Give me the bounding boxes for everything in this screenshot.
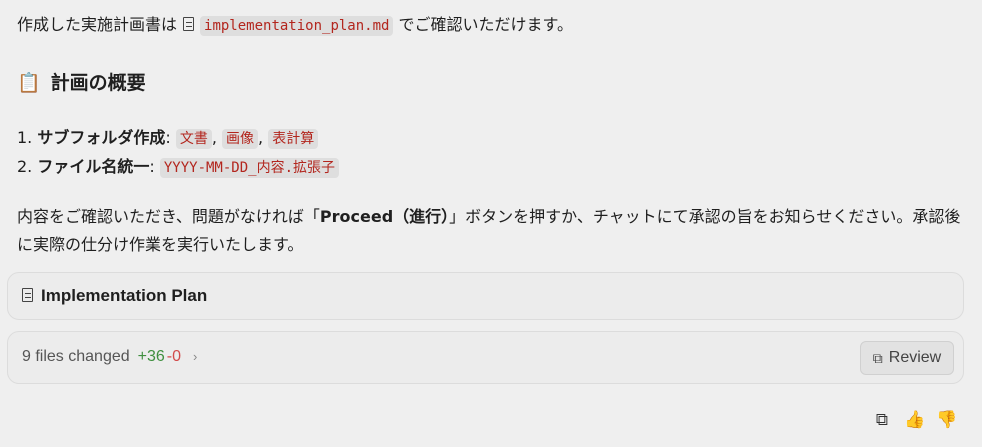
intro-suffix: でご確認いただけます。	[398, 15, 573, 34]
message-actions: ⧉ 👍 👎	[872, 410, 957, 430]
list-colon: :	[165, 128, 171, 147]
code-chip: 文書	[175, 129, 212, 149]
lines-added: +36	[137, 348, 165, 365]
heading-text: 計画の概要	[50, 72, 146, 94]
chevron-right-icon[interactable]: ›	[193, 349, 197, 364]
plan-card-title: Implementation Plan	[41, 286, 208, 305]
copy-icon[interactable]: ⧉	[872, 410, 892, 430]
list-item: 1. サブフォルダ作成: 文書, 画像, 表計算	[17, 126, 319, 151]
review-button[interactable]: ⧉ Review	[860, 341, 954, 375]
thumbs-down-icon[interactable]: 👎	[936, 410, 957, 430]
list-colon: :	[149, 157, 155, 176]
review-icon: ⧉	[872, 349, 883, 366]
list-item: 2. ファイル名統一: YYYY-MM-DD_内容.拡張子	[17, 155, 340, 180]
intro-line: 作成した実施計画書は implementation_plan.md でご確認いただ…	[17, 13, 573, 38]
paragraph-text: 内容をご確認いただき、問題がなければ「	[17, 207, 320, 226]
code-chip: 画像	[222, 129, 259, 149]
clipboard-icon: 📋	[17, 72, 41, 94]
paragraph-bold: Proceed（進行）	[319, 207, 450, 226]
file-link[interactable]: implementation_plan.md	[200, 16, 394, 36]
changes-card[interactable]: 9 files changed +36 -0 › ⧉ Review	[7, 331, 964, 384]
files-changed-text: 9 files changed	[22, 348, 130, 365]
thumbs-up-icon[interactable]: 👍	[904, 410, 925, 430]
lines-removed: -0	[166, 348, 182, 365]
implementation-plan-card[interactable]: Implementation Plan	[7, 272, 964, 320]
review-label: Review	[888, 349, 942, 366]
document-icon	[22, 288, 33, 302]
list-item-title: サブフォルダ作成	[37, 128, 166, 147]
code-chip: YYYY-MM-DD_内容.拡張子	[159, 158, 340, 178]
list-number: 2.	[17, 157, 33, 176]
plan-card-label: Implementation Plan	[22, 286, 207, 306]
changes-summary: 9 files changed +36 -0 ›	[22, 348, 197, 366]
instruction-paragraph: 内容をご確認いただき、問題がなければ「Proceed（進行）」ボタンを押すか、チ…	[17, 203, 967, 259]
code-chip: 表計算	[268, 129, 319, 149]
file-icon	[183, 17, 195, 31]
list-item-title: ファイル名統一	[37, 157, 150, 176]
list-number: 1.	[17, 128, 33, 147]
intro-prefix: 作成した実施計画書は	[17, 15, 178, 34]
section-heading: 📋 計画の概要	[17, 70, 146, 96]
